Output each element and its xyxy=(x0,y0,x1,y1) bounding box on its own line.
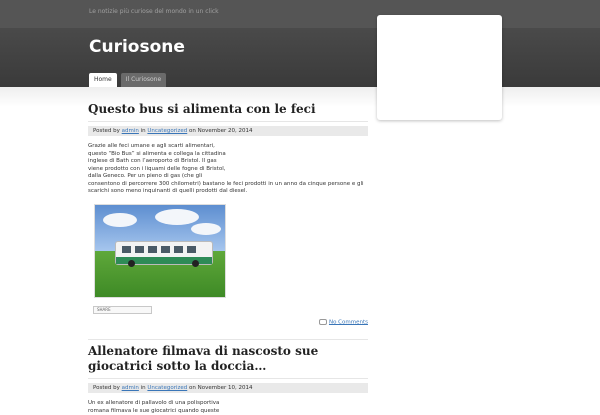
post-title[interactable]: Questo bus si alimenta con le feci xyxy=(88,102,368,122)
bio-bus-image xyxy=(94,204,226,298)
nav-item-home[interactable]: Home xyxy=(89,73,117,87)
post-title[interactable]: Allenatore filmava di nascosto sue gioca… xyxy=(88,344,368,379)
comment-icon xyxy=(319,319,327,325)
site-tagline: Le notizie più curiose del mondo in un c… xyxy=(89,8,219,15)
bus-window xyxy=(122,246,131,253)
meta-posted-by: Posted by xyxy=(93,128,120,134)
post-body: Grazie alle feci umane e agli scarti ali… xyxy=(88,143,368,196)
author-link[interactable]: admin xyxy=(122,128,139,134)
main-nav: Home Il Curiosone xyxy=(89,73,166,87)
post-date: November 10, 2014 xyxy=(198,385,253,391)
post-text-line: consentono di percorrere 300 chilometri)… xyxy=(88,181,368,189)
post-meta: Posted by admin in Uncategorized on Nove… xyxy=(88,383,368,393)
comments-link[interactable]: No Comments xyxy=(329,319,368,325)
post-text-line: Grazie alle feci umane e agli scarti ali… xyxy=(88,143,368,151)
post-text-line: dalla Geneco. Per un pieno di gas (che g… xyxy=(88,173,368,181)
post-text-line: Un ex allenatore di pallavolo di una pol… xyxy=(88,400,368,408)
meta-posted-by: Posted by xyxy=(93,385,120,391)
meta-in: in xyxy=(141,128,146,134)
post-meta: Posted by admin in Uncategorized on Nove… xyxy=(88,126,368,136)
post-text-line: viene prodotto con i liquami delle fogne… xyxy=(88,166,368,174)
post: Questo bus si alimenta con le feci Poste… xyxy=(88,102,368,325)
image-cloud xyxy=(191,223,221,235)
image-bus xyxy=(115,241,213,265)
author-link[interactable]: admin xyxy=(122,385,139,391)
bus-window xyxy=(148,246,157,253)
bus-wheel xyxy=(128,260,135,267)
post: Allenatore filmava di nascosto sue gioca… xyxy=(88,339,368,415)
bus-window xyxy=(161,246,170,253)
post-text-line: inglese di Bath con l’aeroporto di Brist… xyxy=(88,158,368,166)
image-cloud xyxy=(155,209,199,225)
comments-row: No Comments xyxy=(88,319,368,326)
image-cloud xyxy=(103,213,137,227)
share-button[interactable]: SHARE xyxy=(93,306,152,314)
site-title[interactable]: Curiosone xyxy=(89,37,185,57)
bus-window xyxy=(187,246,196,253)
post-text-line: questo “Bio Bus” si alimenta e collega l… xyxy=(88,151,368,159)
sidebar-widget xyxy=(377,15,502,120)
bus-wheel xyxy=(192,260,199,267)
post-text-line: scarichi sono meno inquinanti di quelli … xyxy=(88,188,368,196)
category-link[interactable]: Uncategorized xyxy=(147,128,187,134)
post-text-line: romana filmava le sue giocatrici quando … xyxy=(88,408,368,415)
nav-item-il-curiosone[interactable]: Il Curiosone xyxy=(121,73,166,87)
category-link[interactable]: Uncategorized xyxy=(147,385,187,391)
post-date: November 20, 2014 xyxy=(198,128,253,134)
bus-window xyxy=(174,246,183,253)
meta-in: in xyxy=(141,385,146,391)
post-body: Un ex allenatore di pallavolo di una pol… xyxy=(88,400,368,415)
main-content: Questo bus si alimenta con le feci Poste… xyxy=(88,102,368,415)
bus-window xyxy=(135,246,144,253)
meta-on: on xyxy=(189,128,196,134)
site-header: Curiosone Home Il Curiosone xyxy=(0,28,600,87)
top-bar: Le notizie più curiose del mondo in un c… xyxy=(0,0,600,28)
meta-on: on xyxy=(189,385,196,391)
